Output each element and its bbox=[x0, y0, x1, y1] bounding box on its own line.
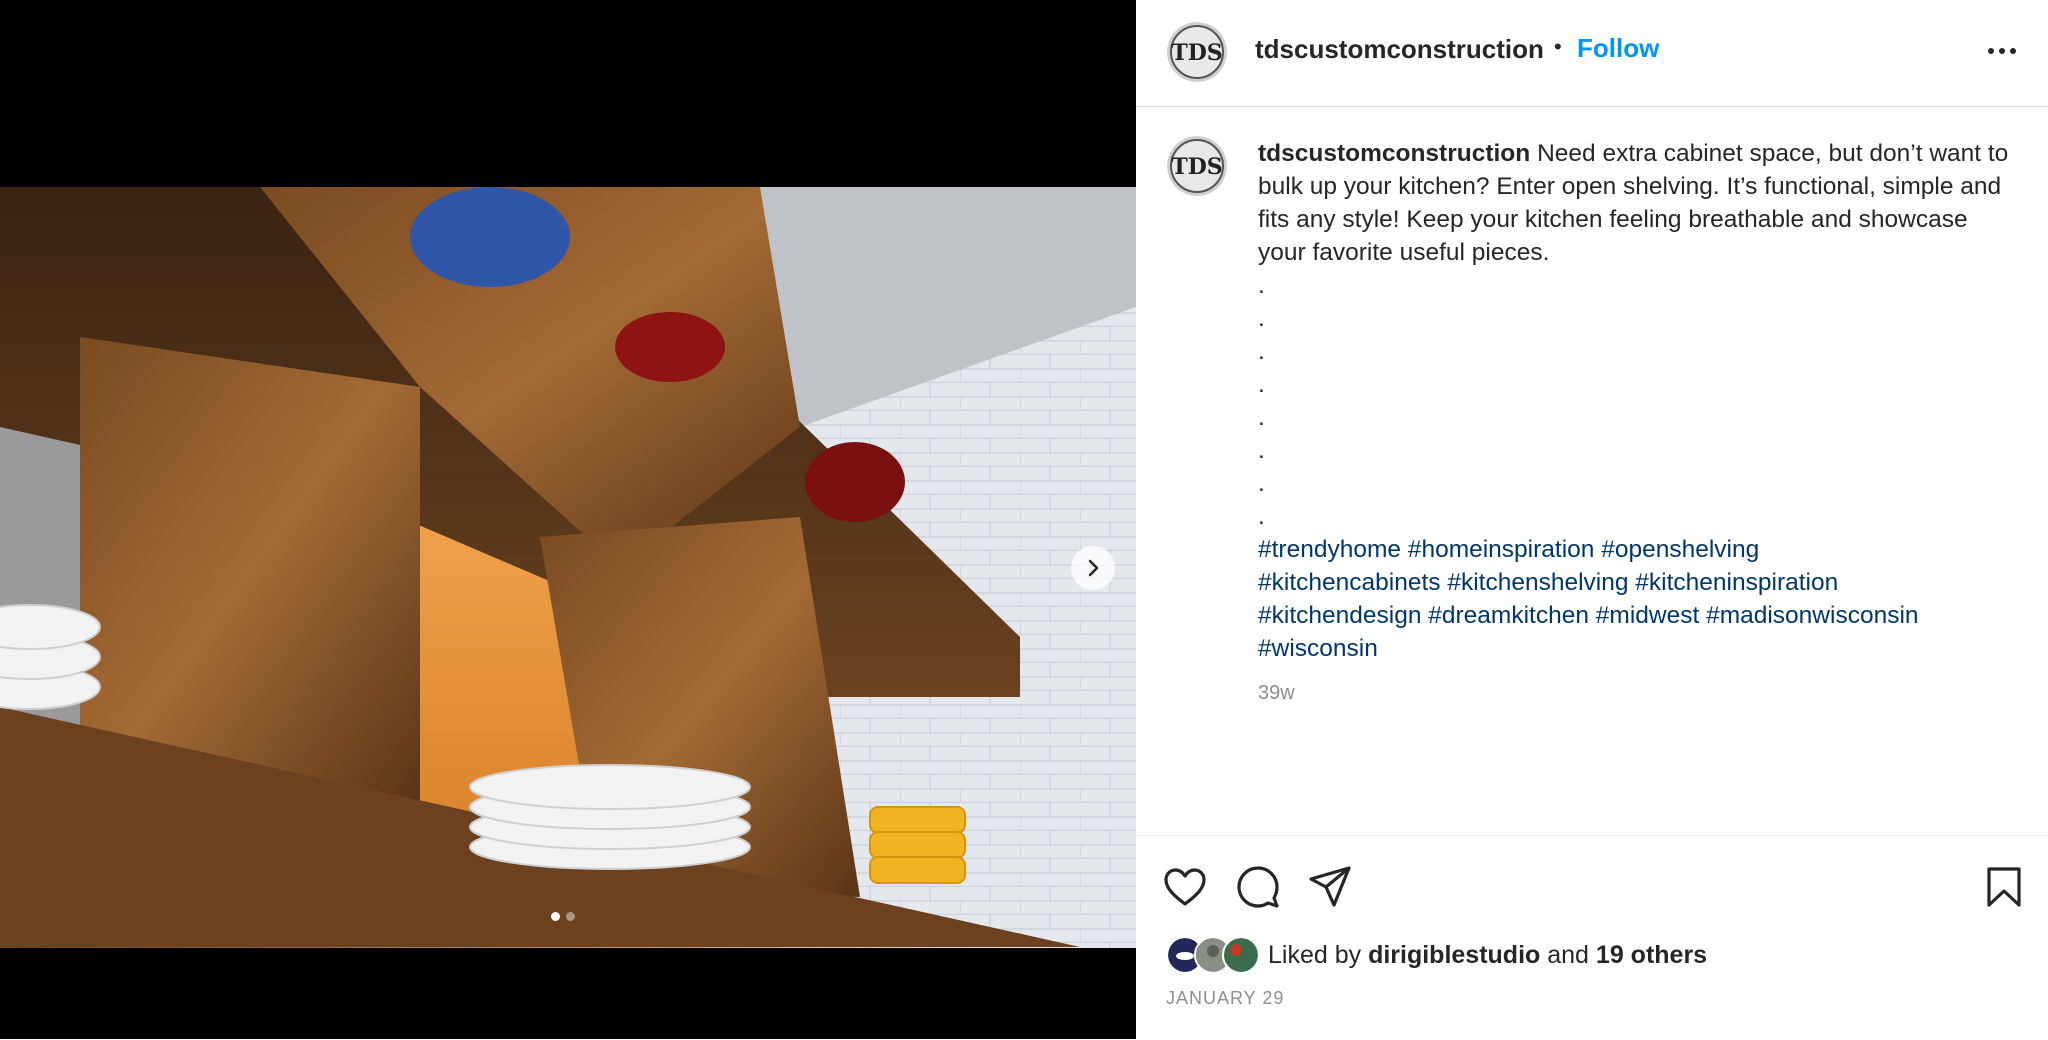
post-sidebar: TDS tdscustomconstruction • Follow TDS t… bbox=[1136, 0, 2048, 1039]
hashtag-link[interactable]: #kitchenshelving bbox=[1447, 569, 1628, 596]
hashtag-link[interactable]: #openshelving bbox=[1601, 536, 1759, 563]
hashtag-link[interactable]: #kitchencabinets bbox=[1258, 569, 1441, 596]
caption-dot: . bbox=[1258, 272, 1265, 299]
liked-by-and: and bbox=[1547, 940, 1589, 969]
avatar[interactable]: TDS bbox=[1167, 22, 1227, 82]
hashtag-link[interactable]: #midwest bbox=[1596, 602, 1699, 629]
more-options-button[interactable] bbox=[1982, 36, 2022, 66]
comment-button[interactable] bbox=[1234, 863, 1282, 911]
post-photo[interactable] bbox=[0, 187, 1136, 948]
caption-dot: . bbox=[1258, 404, 1265, 431]
hashtag-link[interactable]: #homeinspiration bbox=[1408, 536, 1595, 563]
caption-dot: . bbox=[1258, 338, 1265, 365]
send-icon bbox=[1309, 866, 1351, 907]
svg-text:TDS: TDS bbox=[1171, 154, 1222, 180]
post-media bbox=[0, 0, 1136, 1039]
post-actions: Liked by dirigiblestudio and 19 others J… bbox=[1136, 835, 2048, 1040]
bookmark-icon bbox=[1987, 867, 2021, 907]
hashtag-link[interactable]: #kitchendesign bbox=[1258, 602, 1421, 629]
chevron-right-icon bbox=[1088, 559, 1099, 577]
save-button[interactable] bbox=[1980, 863, 2028, 911]
caption-dot: . bbox=[1258, 470, 1265, 497]
hashtag-list: #trendyhome #homeinspiration #openshelvi… bbox=[1258, 533, 2018, 665]
liked-by-user[interactable]: dirigiblestudio bbox=[1368, 941, 1540, 970]
caption-dot: . bbox=[1258, 371, 1265, 398]
carousel-dot bbox=[566, 912, 575, 921]
liked-by-prefix: Liked by bbox=[1268, 940, 1362, 969]
post-time-ago[interactable]: 39w bbox=[1258, 677, 2018, 710]
hashtag-link[interactable]: #wisconsin bbox=[1258, 635, 1378, 662]
hashtag-link[interactable]: #trendyhome bbox=[1258, 536, 1401, 563]
caption-dot: . bbox=[1258, 503, 1265, 530]
follow-button[interactable]: Follow bbox=[1577, 33, 1659, 64]
post-username[interactable]: tdscustomconstruction bbox=[1255, 34, 1544, 65]
caption-dot: . bbox=[1258, 305, 1265, 332]
svg-text:TDS: TDS bbox=[1171, 40, 1222, 66]
more-horizontal-icon bbox=[1988, 48, 2016, 54]
caption-username[interactable]: tdscustomconstruction bbox=[1258, 140, 1530, 167]
heart-icon bbox=[1164, 868, 1206, 906]
post-date[interactable]: JANUARY 29 bbox=[1166, 988, 1284, 1009]
carousel-dot-active bbox=[551, 912, 560, 921]
hashtag-link[interactable]: #dreamkitchen bbox=[1428, 602, 1589, 629]
post-caption: tdscustomconstruction Need extra cabinet… bbox=[1258, 137, 2018, 710]
hashtag-link[interactable]: #madisonwisconsin bbox=[1706, 602, 1918, 629]
like-button[interactable] bbox=[1161, 863, 1209, 911]
liked-by-others[interactable]: 19 others bbox=[1596, 941, 1707, 970]
caption-avatar[interactable]: TDS bbox=[1167, 136, 1227, 196]
carousel-next-button[interactable] bbox=[1071, 546, 1115, 590]
caption-dot: . bbox=[1258, 437, 1265, 464]
hashtag-link[interactable]: #kitcheninspiration bbox=[1635, 569, 1838, 596]
carousel-indicator bbox=[551, 912, 575, 921]
separator-dot: • bbox=[1554, 34, 1562, 59]
comment-icon bbox=[1237, 866, 1279, 908]
share-button[interactable] bbox=[1306, 863, 1354, 911]
liker-avatar[interactable] bbox=[1222, 936, 1260, 974]
post-header: TDS tdscustomconstruction • Follow bbox=[1136, 0, 2048, 107]
likes-summary: Liked by dirigiblestudio and 19 others bbox=[1166, 936, 1707, 974]
